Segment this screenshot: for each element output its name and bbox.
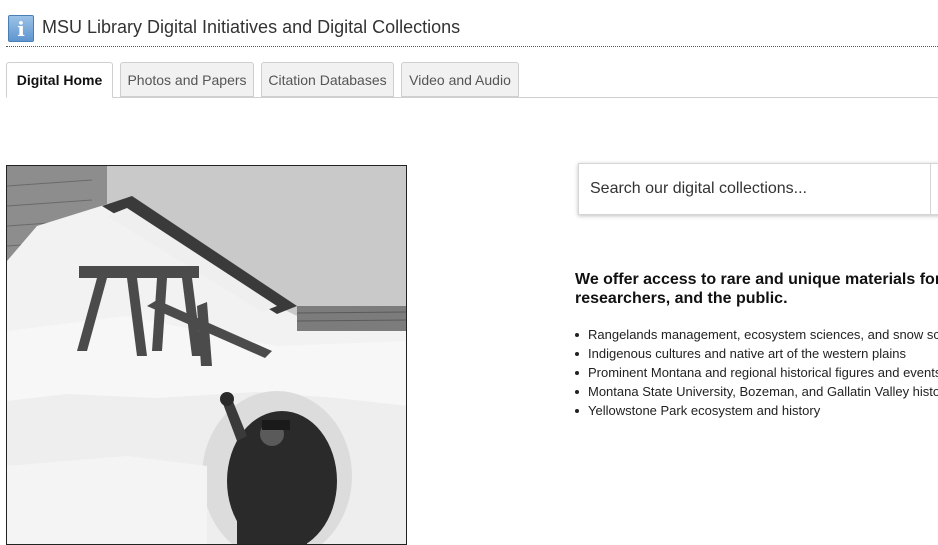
list-item: Yellowstone Park ecosystem and history [575, 401, 938, 420]
title-divider [6, 46, 938, 47]
list-item: Montana State University, Bozeman, and G… [575, 382, 938, 401]
page-header: i MSU Library Digital Initiatives and Di… [6, 12, 936, 46]
page-title: MSU Library Digital Initiatives and Digi… [42, 17, 461, 37]
collection-topics-list: Rangelands management, ecosystem science… [575, 325, 938, 420]
tab-digital-home[interactable]: Digital Home [6, 62, 113, 98]
tab-video-and-audio[interactable]: Video and Audio [401, 62, 519, 97]
search-input[interactable] [579, 164, 930, 214]
intro-heading: We offer access to rare and unique mater… [575, 270, 938, 308]
snow-tunnel-photo [7, 166, 406, 544]
intro-heading-line: researchers, and the public. [575, 290, 788, 307]
search-divider [930, 164, 931, 214]
featured-photo[interactable] [6, 165, 407, 545]
intro-heading-line: We offer access to rare and unique mater… [575, 271, 938, 288]
search-box [578, 163, 938, 215]
tab-bar: Digital Home Photos and Papers Citation … [6, 62, 938, 98]
tab-citation-databases[interactable]: Citation Databases [261, 62, 394, 97]
tab-photos-and-papers[interactable]: Photos and Papers [120, 62, 254, 97]
list-item: Indigenous cultures and native art of th… [575, 344, 938, 363]
list-item: Rangelands management, ecosystem science… [575, 325, 938, 344]
tab-bar-baseline [6, 97, 938, 98]
info-icon: i [8, 15, 34, 42]
list-item: Prominent Montana and regional historica… [575, 363, 938, 382]
